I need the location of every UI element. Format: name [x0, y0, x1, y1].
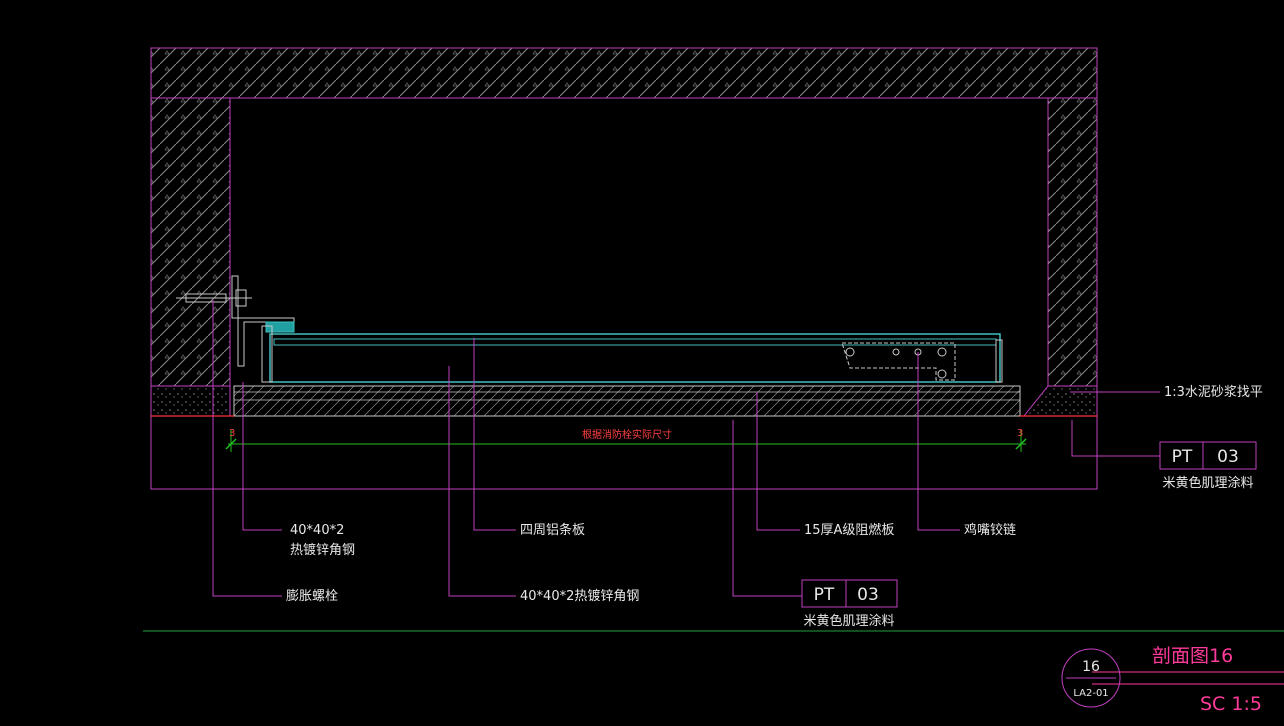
tag-right-desc: 米黄色肌理涂料	[1162, 475, 1253, 491]
expansion-bolt-label: 膨胀螺栓	[286, 589, 338, 604]
fire-board-panel	[233, 385, 1021, 417]
concrete-structure	[150, 47, 1098, 490]
dimension-line: 3 3 根据消防栓实际尺寸	[225, 428, 1027, 452]
dim-left-tick: 3	[229, 428, 235, 439]
angle-steel-a-material: 热镀锌角钢	[290, 542, 355, 558]
hinge-label: 鸡嘴铰链	[964, 522, 1016, 538]
title-sheet: LA2-01	[1073, 688, 1108, 699]
tag-right-number: 03	[1217, 447, 1239, 467]
hinge-detail	[841, 342, 956, 381]
fire-board-label: 15厚A级阻燃板	[804, 522, 894, 538]
title-number: 16	[1082, 659, 1100, 675]
material-tag-bottom: PT 03 米黄色肌理涂料	[801, 579, 898, 629]
tag-bottom-code: PT	[814, 585, 835, 605]
tag-bottom-number: 03	[857, 585, 879, 605]
material-tag-right: PT 03 米黄色肌理涂料	[1159, 441, 1257, 491]
dimension-note: 根据消防栓实际尺寸	[582, 428, 672, 441]
dim-right-tick: 3	[1017, 428, 1023, 439]
angle-steel-a-dims: 40*40*2	[290, 523, 344, 538]
title-text: 剖面图16	[1152, 645, 1233, 667]
tag-right-code: PT	[1172, 447, 1193, 467]
aluminum-frame	[269, 333, 1003, 383]
title-scale: SC 1:5	[1200, 693, 1262, 715]
callout-labels: 40*40*2 热镀锌角钢 膨胀螺栓 四周铝条板 40*40*2热镀锌角钢 15…	[286, 385, 1263, 604]
tag-bottom-desc: 米黄色肌理涂料	[803, 613, 894, 629]
mortar-label: 1:3水泥砂浆找平	[1164, 385, 1263, 400]
title-block: 16 LA2-01 剖面图16 SC 1:5	[143, 630, 1284, 715]
section-drawing: 3 3 根据消防栓实际尺寸 40*40*2 热镀锌角钢 膨胀螺栓 四周铝条板 4…	[143, 47, 1284, 715]
angle-steel-b-label: 40*40*2热镀锌角钢	[520, 588, 639, 604]
aluminum-strip-label: 四周铝条板	[520, 522, 585, 538]
